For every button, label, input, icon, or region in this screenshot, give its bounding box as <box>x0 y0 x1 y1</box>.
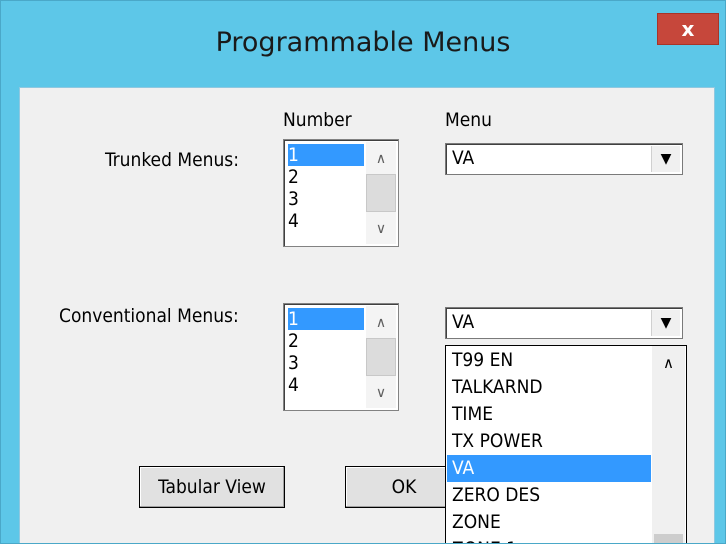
window-title: Programmable Menus <box>215 27 511 58</box>
triangle-down-icon[interactable]: ▼ <box>651 146 680 172</box>
trunked-menus-label: Trunked Menus: <box>105 149 239 171</box>
dropdown-option[interactable]: TALKARND <box>447 374 651 401</box>
trunked-number-list[interactable]: 1 2 3 4 ∧ ∨ <box>283 139 399 247</box>
dropdown-option[interactable]: ZERO DES <box>447 482 651 509</box>
chevron-down-icon[interactable]: ∨ <box>366 378 396 408</box>
number-column-header: Number <box>283 109 352 131</box>
scrollbar-thumb[interactable] <box>366 338 396 376</box>
chevron-up-icon[interactable]: ∧ <box>652 346 685 380</box>
title-bar[interactable]: Programmable Menus x <box>1 1 725 87</box>
list-item[interactable]: 4 <box>288 374 364 396</box>
trunked-list-scrollbar[interactable]: ∧ ∨ <box>366 142 396 244</box>
list-item[interactable]: 3 <box>288 352 364 374</box>
dropdown-option[interactable]: T99 EN <box>447 347 651 374</box>
tabular-view-button[interactable]: Tabular View <box>139 466 285 508</box>
dropdown-scrollbar[interactable]: ∧ <box>652 346 685 543</box>
dialog-window: Programmable Menus x Number Menu Trunked… <box>0 0 726 544</box>
list-item[interactable]: 4 <box>288 210 364 232</box>
list-item[interactable]: 1 <box>288 144 364 166</box>
close-button[interactable]: x <box>657 13 719 45</box>
chevron-up-icon[interactable]: ∧ <box>366 144 396 174</box>
list-item[interactable]: 1 <box>288 308 364 330</box>
list-item[interactable]: 3 <box>288 188 364 210</box>
trunked-menu-select[interactable]: VA ▼ <box>445 143 683 175</box>
trunked-menu-value: VA <box>452 147 475 169</box>
chevron-up-icon[interactable]: ∧ <box>366 308 396 338</box>
conventional-list-scrollbar[interactable]: ∧ ∨ <box>366 306 396 408</box>
dropdown-option[interactable]: TX POWER <box>447 428 651 455</box>
scrollbar-thumb[interactable] <box>654 534 683 543</box>
conventional-menu-select[interactable]: VA ▼ <box>445 307 683 339</box>
chevron-down-icon[interactable]: ∨ <box>366 214 396 244</box>
list-item[interactable]: 2 <box>288 330 364 352</box>
conventional-menus-label: Conventional Menus: <box>59 305 239 327</box>
dropdown-option-selected[interactable]: VA <box>447 455 651 482</box>
scrollbar-thumb[interactable] <box>366 174 396 212</box>
dropdown-option[interactable]: ZONE <box>447 509 651 536</box>
menu-column-header: Menu <box>445 109 492 131</box>
conventional-number-list[interactable]: 1 2 3 4 ∧ ∨ <box>283 303 399 411</box>
conventional-menu-value: VA <box>452 311 475 333</box>
dropdown-option[interactable]: TIME <box>447 401 651 428</box>
triangle-down-icon[interactable]: ▼ <box>651 310 680 336</box>
list-item[interactable]: 2 <box>288 166 364 188</box>
dropdown-option[interactable]: ZONE 1 <box>447 536 651 543</box>
menu-dropdown-list[interactable]: T99 EN TALKARND TIME TX POWER VA ZERO DE… <box>445 345 687 543</box>
